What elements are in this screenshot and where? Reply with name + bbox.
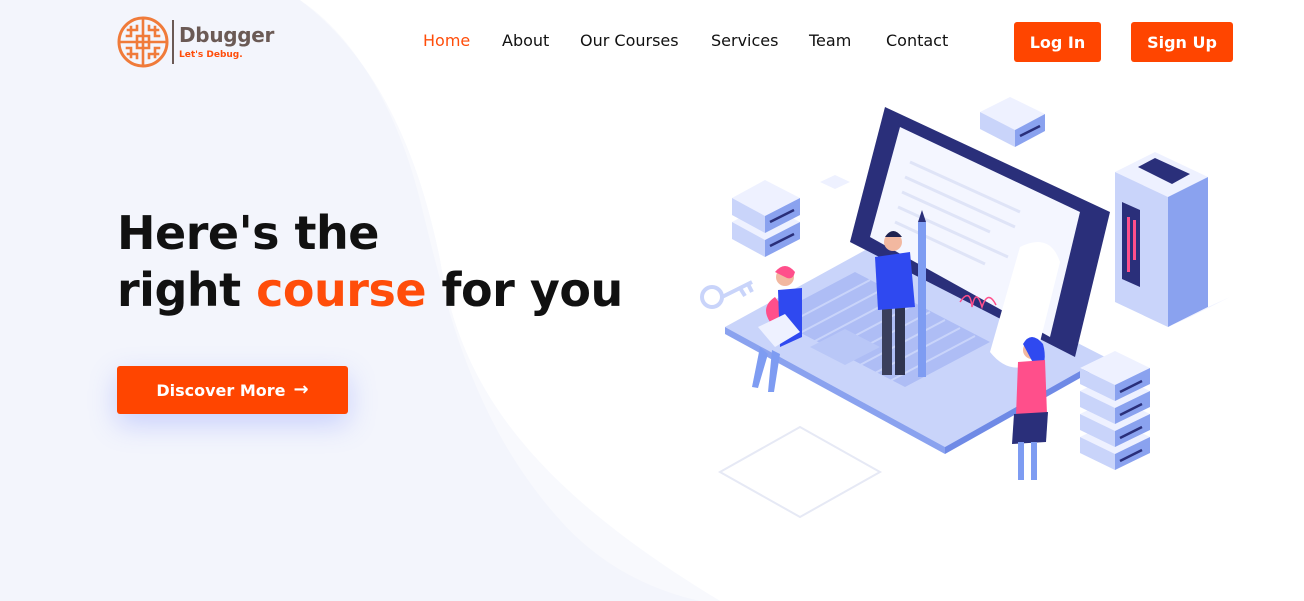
hero-heading-line1: Here's the — [117, 206, 380, 260]
logo-text: Dbugger Let's Debug. — [179, 23, 274, 61]
key-icon — [700, 280, 754, 309]
arrow-right-icon: → — [293, 379, 309, 400]
hero-heading-pre: right — [117, 263, 257, 317]
server-left — [732, 180, 800, 257]
nav-item-contact[interactable]: Contact — [886, 30, 948, 52]
hero-illustration — [700, 97, 1230, 519]
discover-more-button[interactable]: Discover More → — [117, 366, 348, 414]
hero-heading-accent: course — [256, 263, 427, 317]
logo-divider — [172, 20, 174, 64]
site-header: Dbugger Let's Debug. Home About Our Cour… — [0, 0, 1304, 84]
logo-mark-icon — [117, 16, 169, 68]
nav-item-team[interactable]: Team — [809, 30, 851, 52]
server-right — [1080, 351, 1150, 470]
brand-name: Dbugger — [179, 23, 275, 47]
nav-item-home[interactable]: Home — [423, 30, 470, 52]
nav-item-services[interactable]: Services — [711, 30, 778, 52]
hero-section: Here's the right course for you — [117, 205, 623, 319]
signup-button[interactable]: Sign Up — [1131, 22, 1233, 62]
nav-item-our-courses[interactable]: Our Courses — [580, 30, 679, 52]
discover-more-label: Discover More — [156, 380, 286, 400]
server-tower — [1115, 152, 1230, 327]
brand-tagline: Let's Debug. — [179, 50, 243, 60]
logo[interactable]: Dbugger Let's Debug. — [117, 16, 274, 68]
login-button[interactable]: Log In — [1014, 22, 1101, 62]
server-top — [980, 97, 1045, 147]
hero-heading-post: for you — [426, 263, 624, 317]
hero-heading: Here's the right course for you — [117, 205, 623, 319]
nav-item-about[interactable]: About — [502, 30, 549, 52]
